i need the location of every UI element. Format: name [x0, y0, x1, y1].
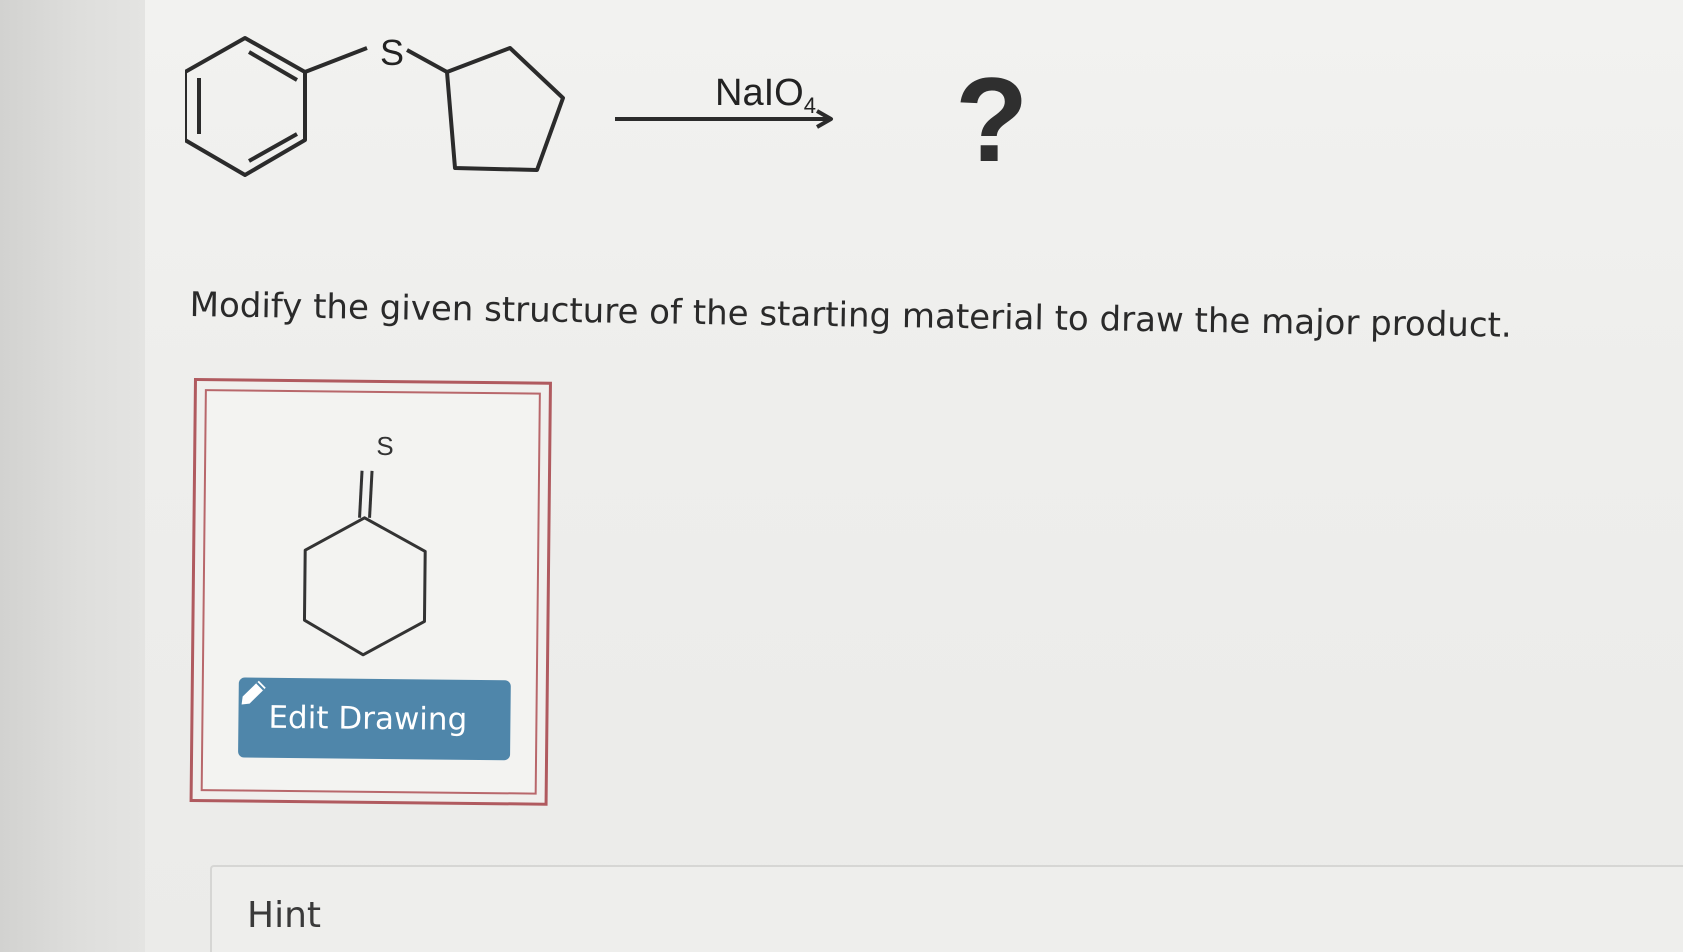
reaction-scheme: S NaIO4 ?	[185, 20, 1065, 220]
benzene-ring	[185, 36, 307, 177]
drawing-canvas[interactable]: S Edit Drawing	[189, 378, 552, 806]
hint-label[interactable]: Hint	[247, 895, 321, 936]
bond-sulfur-to-cyclopentyl	[406, 48, 448, 74]
edit-drawing-label: Edit Drawing	[268, 699, 468, 738]
reagent-subscript: 4	[803, 93, 816, 118]
pencil-icon	[241, 680, 266, 705]
edit-drawing-button[interactable]: Edit Drawing	[238, 677, 511, 761]
reaction-structure-drawing	[185, 36, 833, 177]
product-question-mark: ?	[955, 53, 1029, 187]
drawing-sulfur-label: S	[376, 430, 394, 462]
cyclopentane-ring	[445, 46, 565, 172]
thione-double-bond	[358, 470, 364, 518]
bond-ring-to-sulfur	[304, 46, 368, 74]
benzene-double-bond	[247, 50, 299, 82]
left-gutter	[0, 0, 146, 952]
hint-panel[interactable]: Hint	[210, 865, 1683, 952]
cyclohexane-ring	[302, 516, 427, 657]
sulfur-atom-label: S	[380, 32, 405, 73]
reagent-label: NaIO4	[715, 72, 816, 119]
thione-double-bond	[368, 470, 374, 518]
reagent-formula: NaIO	[715, 72, 804, 114]
